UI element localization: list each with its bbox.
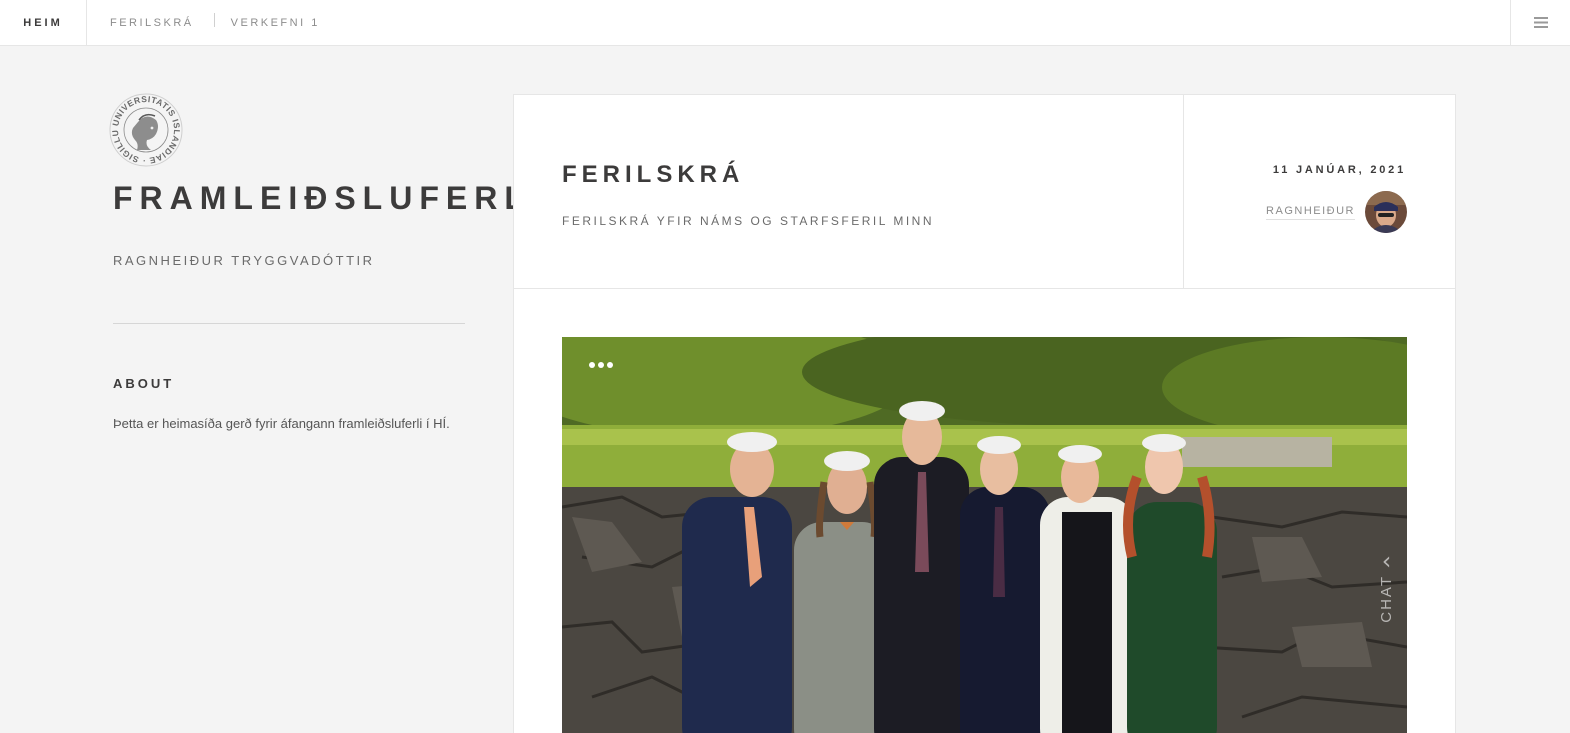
about-heading: ABOUT bbox=[113, 376, 175, 391]
university-seal-logo[interactable]: UNIVERSITATIS ISLANDIAE · SIGILLUM bbox=[108, 92, 184, 168]
nav-link-verkefni[interactable]: VERKEFNI 1 bbox=[231, 17, 340, 29]
top-navigation: HEIM FERILSKRÁ VERKEFNI 1 bbox=[0, 0, 1570, 46]
post-description: FERILSKRÁ YFIR NÁMS OG STARFSFERIL MINN bbox=[562, 214, 934, 228]
blog-title[interactable]: FRAMLEIÐSLUFERLI bbox=[113, 180, 547, 217]
nav-separator bbox=[213, 12, 215, 27]
post-header: FERILSKRÁ FERILSKRÁ YFIR NÁMS OG STARFSF… bbox=[514, 95, 1455, 289]
post-card: FERILSKRÁ FERILSKRÁ YFIR NÁMS OG STARFSF… bbox=[513, 94, 1456, 733]
post-date: 11 JANÚAR, 2021 bbox=[1272, 164, 1406, 176]
post-title[interactable]: FERILSKRÁ bbox=[562, 161, 744, 189]
blog-subtitle: RAGNHEIÐUR TRYGGVADÓTTIR bbox=[113, 253, 375, 268]
dots-icon[interactable] bbox=[589, 362, 613, 368]
author-link[interactable]: RAGNHEIÐUR bbox=[1266, 205, 1355, 220]
about-text: Þetta er heimasíða gerð fyrir áfangann f… bbox=[113, 416, 450, 431]
post-title-area: FERILSKRÁ FERILSKRÁ YFIR NÁMS OG STARFSF… bbox=[514, 95, 1184, 288]
nav-links: FERILSKRÁ VERKEFNI 1 bbox=[110, 0, 340, 45]
menu-button[interactable] bbox=[1510, 0, 1570, 45]
hamburger-icon bbox=[1533, 17, 1548, 28]
nav-link-ferilskra[interactable]: FERILSKRÁ bbox=[110, 17, 214, 29]
nav-home-link[interactable]: HEIM bbox=[0, 0, 87, 45]
post-featured-image[interactable]: ‹ CHAT bbox=[562, 337, 1407, 733]
chevron-left-icon: ‹ bbox=[1381, 547, 1392, 575]
chat-toggle[interactable]: ‹ CHAT bbox=[1378, 549, 1395, 623]
avatar[interactable] bbox=[1365, 191, 1407, 233]
divider bbox=[113, 323, 465, 324]
chat-label: CHAT bbox=[1378, 575, 1395, 623]
